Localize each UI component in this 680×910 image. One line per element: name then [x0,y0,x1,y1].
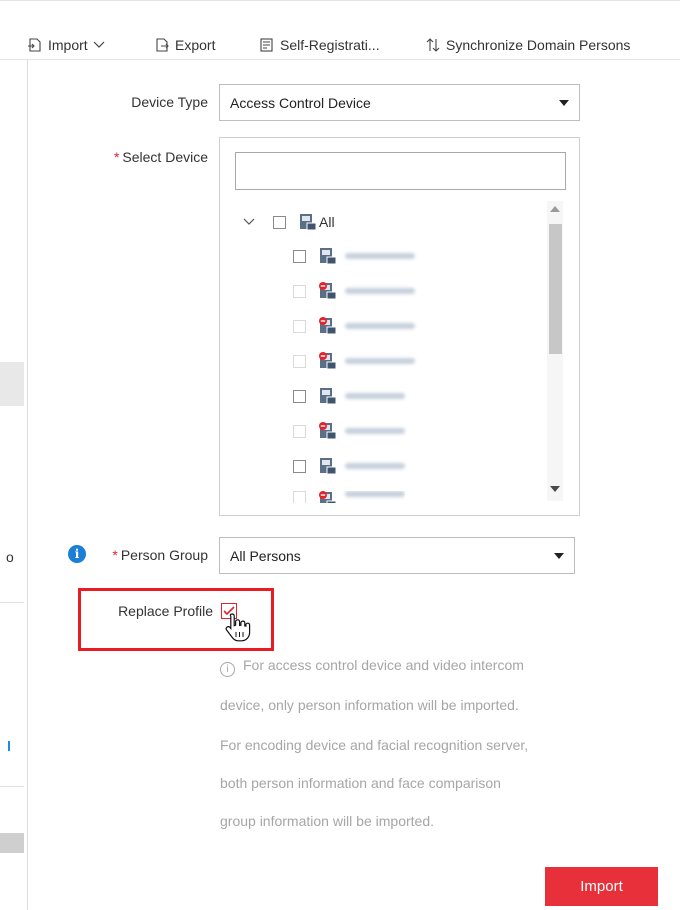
device-offline-icon [319,352,337,370]
device-checkbox[interactable] [293,389,306,403]
hint-line: For encoding device and facial recogniti… [220,737,529,753]
dropdown-caret-icon [554,552,564,559]
device-search-input[interactable] [235,152,566,190]
device-type-label: Device Type [131,94,208,110]
form-icon [260,38,273,52]
device-icon [320,458,337,475]
truncated-text: o [6,549,14,565]
scroll-up-arrow-icon[interactable] [550,206,560,212]
scroll-down-arrow-icon[interactable] [550,486,560,492]
device-name-redacted [345,358,415,364]
info-outline-icon: i [220,662,235,677]
device-icon [320,388,337,405]
device-row [293,316,415,336]
required-asterisk: * [112,547,118,563]
device-name-redacted [345,463,405,469]
device-name-redacted [345,323,415,329]
required-asterisk: * [113,149,120,165]
link-fragment [8,741,10,751]
device-type-select[interactable]: Access Control Device [219,84,580,121]
dropdown-caret-icon [559,99,569,106]
hint-line: device, only person information will be … [220,697,519,713]
device-checkbox[interactable] [293,459,306,473]
device-group-icon [300,214,317,231]
device-type-value: Access Control Device [230,94,371,111]
import-menu-button[interactable]: Import [27,37,105,53]
person-group-value: All Persons [230,547,301,564]
synchronize-label: Synchronize Domain Persons [446,37,631,53]
import-icon [28,38,41,52]
device-offline-icon [319,491,337,503]
device-row [293,351,415,371]
export-icon [156,38,169,52]
select-device-text: Select Device [122,149,208,165]
hint-line: i For access control device and video int… [220,657,524,677]
import-persons-panel: Import Export Self-Registrati... Synchro… [0,0,680,910]
hint-line: both person information and face compari… [220,775,501,791]
import-menu-label: Import [48,37,88,53]
toolbar: Import Export Self-Registrati... Synchro… [0,0,680,60]
synchronize-domain-button[interactable]: Synchronize Domain Persons [425,37,630,53]
tree-root-label: All [319,214,335,230]
sync-arrows-icon [426,38,440,52]
device-name-redacted [345,428,405,434]
divider [0,786,24,787]
chevron-down-icon [93,41,105,48]
tree-root-row[interactable]: All [243,212,335,232]
person-group-text: Person Group [120,547,208,563]
device-name-redacted [345,253,415,259]
highlight-annotation-box [78,588,274,651]
device-offline-icon [319,282,337,300]
tree-root-checkbox[interactable] [273,215,286,229]
divider [0,602,24,603]
device-icon [320,248,337,265]
horizontal-scrollbar[interactable] [0,833,24,853]
device-checkbox [293,424,306,438]
hint-line-text: For access control device and video inte… [243,657,524,673]
device-name-redacted [345,288,415,294]
device-checkbox [293,284,306,298]
device-checkbox [293,491,306,503]
self-registration-button[interactable]: Self-Registrati... [259,37,380,53]
device-row [293,281,415,301]
device-name-redacted [345,491,405,497]
import-button[interactable]: Import [545,867,658,906]
self-registration-label: Self-Registrati... [280,37,380,53]
device-row[interactable] [293,246,415,266]
person-group-select[interactable]: All Persons [219,537,575,574]
select-device-label: * Select Device [114,149,208,165]
device-checkbox [293,319,306,333]
device-row[interactable] [293,456,405,476]
device-offline-icon [319,422,337,440]
device-offline-icon [319,317,337,335]
selected-row-shade [0,362,24,406]
background-list-panel: o [0,60,24,910]
device-checkbox [293,354,306,368]
scrollbar-thumb[interactable] [549,224,562,354]
export-button[interactable]: Export [154,37,215,53]
export-label: Export [175,37,216,53]
device-row [293,491,405,503]
panel-border [27,60,28,910]
info-icon[interactable]: i [68,545,86,563]
device-row [293,421,405,441]
device-checkbox[interactable] [293,249,306,263]
device-name-redacted [345,393,405,399]
device-row[interactable] [293,386,405,406]
chevron-down-icon[interactable] [243,218,255,226]
hint-line: group information will be imported. [220,813,434,829]
person-group-label: * Person Group [112,547,208,563]
